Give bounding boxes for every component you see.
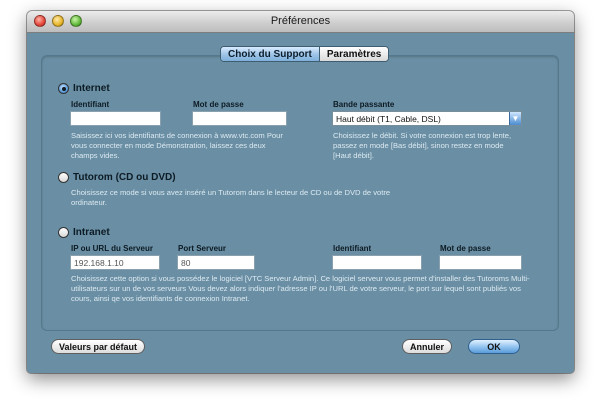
intranet-ip-input[interactable] — [70, 255, 160, 270]
radio-internet-button[interactable] — [58, 83, 69, 94]
intranet-mot-de-passe-input[interactable] — [439, 255, 522, 270]
intranet-mot-de-passe-label: Mot de passe — [440, 244, 491, 253]
intranet-identifiant-input[interactable] — [332, 255, 422, 270]
tutorom-help-text: Choisissez ce mode si vous avez inséré u… — [71, 188, 391, 207]
bande-passante-help-text: Choisissez le débit. Si votre connexion … — [333, 131, 512, 160]
radio-intranet-label: Intranet — [73, 227, 110, 238]
radio-intranet[interactable]: Intranet — [58, 227, 110, 238]
internet-help-text: Saisissez ici vos identifiants de connex… — [71, 131, 283, 160]
cancel-button[interactable]: Annuler — [402, 339, 452, 354]
bande-passante-value: Haut débit (T1, Cable, DSL) — [336, 113, 441, 124]
bande-passante-select[interactable]: Haut débit (T1, Cable, DSL) ▼ — [332, 111, 522, 126]
ok-button[interactable]: OK — [468, 339, 520, 354]
radio-tutorom-label: Tutorom (CD ou DVD) — [73, 172, 176, 183]
preferences-window: Préférences Internet Identifiant Mot de … — [27, 11, 574, 373]
radio-intranet-button[interactable] — [58, 227, 69, 238]
radio-internet[interactable]: Internet — [58, 83, 110, 94]
tab-choix-du-support[interactable]: Choix du Support — [221, 47, 320, 61]
tab-parametres[interactable]: Paramètres — [319, 47, 389, 61]
intranet-port-label: Port Serveur — [178, 244, 227, 253]
radio-tutorom-button[interactable] — [58, 172, 69, 183]
internet-identifiant-label: Identifiant — [71, 100, 110, 109]
window-title: Préférences — [270, 15, 331, 27]
intranet-ip-label: IP ou URL du Serveur — [71, 244, 153, 253]
settings-panel: Internet Identifiant Mot de passe Bande … — [41, 55, 559, 331]
radio-tutorom[interactable]: Tutorom (CD ou DVD) — [58, 172, 176, 183]
radio-internet-label: Internet — [73, 83, 110, 94]
internet-identifiant-input[interactable] — [70, 111, 161, 126]
tab-bar: Choix du Support Paramètres — [220, 46, 390, 62]
bande-passante-label: Bande passante — [333, 100, 395, 109]
intranet-identifiant-label: Identifiant — [333, 244, 372, 253]
content-area: Internet Identifiant Mot de passe Bande … — [27, 34, 574, 373]
defaults-button[interactable]: Valeurs par défaut — [51, 339, 145, 354]
chevron-down-icon[interactable]: ▼ — [509, 112, 521, 125]
intranet-help-text: Choisissez cette option si vous possédez… — [71, 274, 530, 303]
internet-mot-de-passe-label: Mot de passe — [193, 100, 244, 109]
intranet-port-input[interactable] — [177, 255, 255, 270]
internet-mot-de-passe-input[interactable] — [192, 111, 287, 126]
title-bar: Préférences — [27, 11, 574, 33]
